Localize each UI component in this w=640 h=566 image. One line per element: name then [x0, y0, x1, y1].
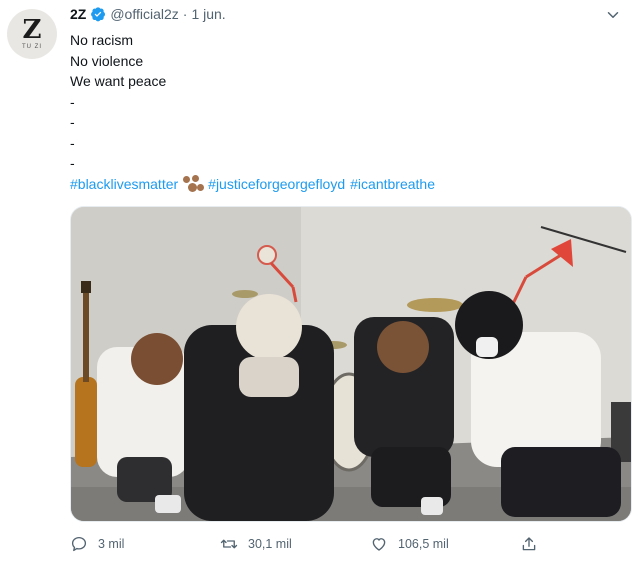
reply-action[interactable]: 3 mil: [70, 532, 124, 556]
separator-dot: ·: [182, 6, 188, 22]
more-options-chevron-icon[interactable]: [604, 6, 622, 24]
reply-count: 3 mil: [98, 537, 125, 551]
like-icon[interactable]: [370, 535, 388, 553]
retweet-count: 30,1 mil: [248, 537, 292, 551]
photo-image: [71, 207, 631, 521]
retweet-icon[interactable]: [220, 535, 238, 553]
avatar[interactable]: Z TU ZI: [7, 9, 57, 59]
hashtag-link[interactable]: #blacklivesmatter: [70, 174, 178, 195]
handle[interactable]: @official2z: [110, 6, 178, 22]
display-name[interactable]: 2Z: [70, 6, 86, 22]
tweet-header: 2Z @official2z · 1 jun.: [70, 6, 226, 22]
tweet-date[interactable]: 1 jun.: [191, 6, 225, 22]
hashtag-link[interactable]: #icantbreathe: [350, 174, 435, 195]
hashtag-link[interactable]: #justiceforgeorgefloyd: [208, 174, 345, 195]
share-action[interactable]: [520, 532, 548, 556]
reply-icon[interactable]: [70, 535, 88, 553]
avatar-logo-sub: TU ZI: [22, 44, 42, 50]
tweet-media-photo[interactable]: [70, 206, 632, 522]
retweet-action[interactable]: 30,1 mil: [220, 532, 292, 556]
tweet-line: -: [70, 114, 75, 130]
tweet-line: -: [70, 93, 75, 110]
like-action[interactable]: 106,5 mil: [370, 532, 449, 556]
tweet-line: No violence: [70, 52, 144, 69]
tweet-actions: 3 mil 30,1 mil 106,5 mil: [70, 532, 630, 556]
like-count: 106,5 mil: [398, 537, 449, 551]
paw-prints-icon: [182, 174, 205, 193]
tweet-text: No racism No violence We want peace - - …: [70, 30, 435, 194]
hashtag-row: #blacklivesmatter #justiceforgeorgefloyd…: [70, 174, 435, 195]
verified-badge-icon: [91, 7, 106, 22]
avatar-logo: Z: [22, 15, 42, 45]
tweet-line: No racism: [70, 32, 134, 48]
share-icon[interactable]: [520, 535, 538, 553]
tweet-line: -: [70, 134, 75, 151]
tweet-line: We want peace: [70, 73, 167, 89]
tweet-line: -: [70, 155, 75, 171]
